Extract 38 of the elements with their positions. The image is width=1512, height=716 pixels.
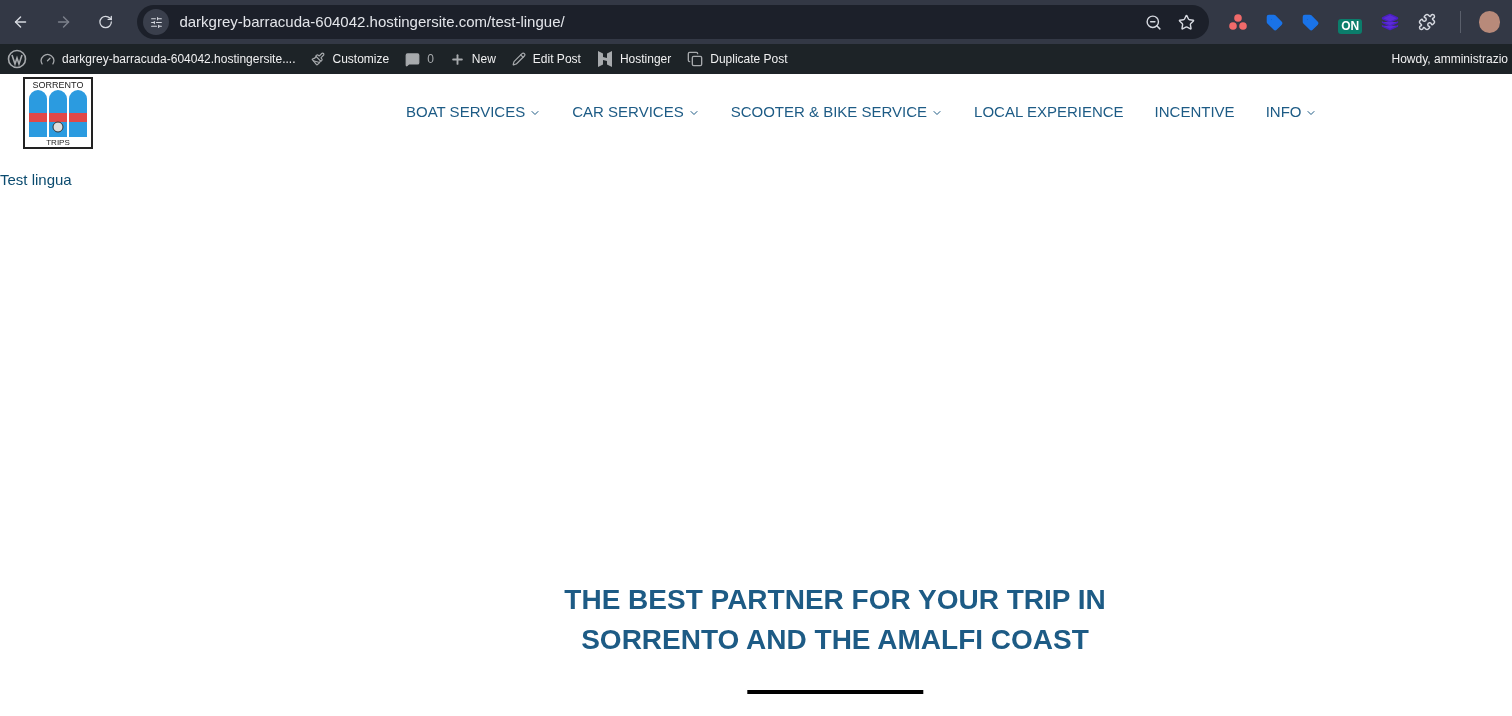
brush-icon [311,52,326,66]
h-logo-icon [596,50,613,68]
pencil-icon [511,52,526,66]
nav-menu-item[interactable]: INCENTIVE [1154,101,1235,124]
reload-icon[interactable] [98,14,114,30]
edit-post-link[interactable]: Edit Post [503,50,589,68]
zoom-icon[interactable] [1145,13,1163,31]
new-link[interactable]: New [441,50,504,68]
comments-link[interactable]: 0 [397,50,442,68]
bookmark-star-icon[interactable] [1178,13,1196,31]
customize-link[interactable]: Customize [303,50,398,68]
duplicate-icon [687,51,704,67]
wordpress-logo-icon[interactable] [7,49,27,69]
duplicate-post-link[interactable]: Duplicate Post [679,50,796,68]
tag-icon[interactable] [1266,13,1284,31]
tune-icon [149,15,163,29]
tag-icon[interactable] [1302,13,1320,31]
nav-menu-item[interactable]: INFO [1265,101,1318,124]
on-badge[interactable]: ON [1338,18,1363,34]
logo[interactable]: SORRENTO TRIPS [23,76,93,149]
address-bar[interactable]: darkgrey-barracuda-604042.hostingersite.com/test-lingue/ [137,5,1210,39]
howdy-greeting[interactable]: Howdy, amministrazio [1391,50,1508,68]
hero-heading: THE BEST PARTNER FOR YOUR TRIP IN SORRENTO AND THE AMALFI COAST [564,582,1106,657]
site-name-link[interactable]: darkgrey-barracuda-604042.hostingersite.... [32,50,304,68]
nav-menu-item[interactable]: LOCAL EXPERIENCE [974,101,1124,124]
nav-menu-item[interactable]: CAR SERVICES [572,101,700,124]
profile-avatar[interactable] [1479,11,1500,33]
url-text: darkgrey-barracuda-604042.hostingersite.com/test-lingue/ [179,11,565,32]
page-title: Test lingua [0,170,73,190]
site-info-button[interactable] [143,9,170,35]
three-dots-icon[interactable] [1229,14,1248,30]
dashboard-icon [40,51,55,67]
nav-menu-item[interactable]: BOAT SERVICES [406,101,542,124]
puzzle-icon[interactable] [1418,13,1437,31]
hostinger-link[interactable]: Hostinger [588,50,680,68]
comment-icon [405,51,421,67]
nav-menu-item[interactable]: SCOOTER & BIKE SERVICE [730,101,944,124]
plus-icon [449,51,465,67]
